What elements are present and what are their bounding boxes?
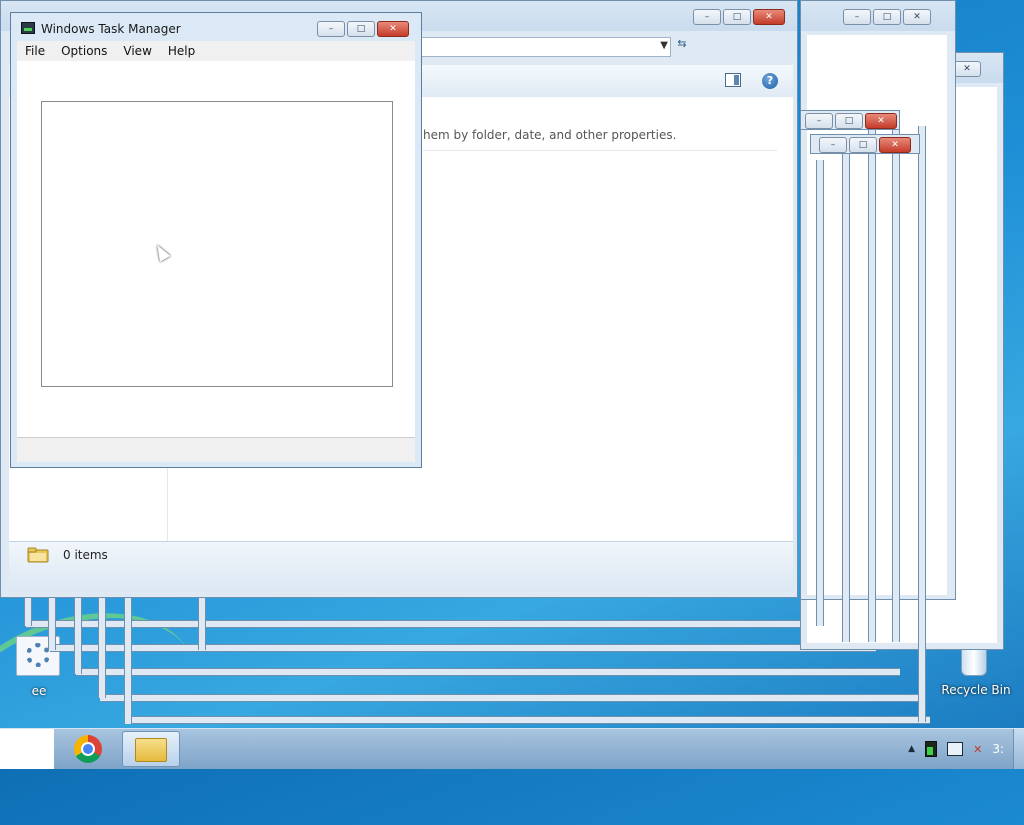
- status-bar: [17, 437, 415, 462]
- window-title: Windows Task Manager: [41, 22, 181, 36]
- ghost-frame: [124, 598, 132, 724]
- maximize-icon[interactable]: □: [849, 137, 877, 153]
- desktop-icon-label[interactable]: ee: [24, 684, 54, 698]
- menu-file[interactable]: File: [17, 41, 53, 61]
- maximize-icon[interactable]: □: [347, 21, 375, 37]
- ghost-titlebar: – □ ✕: [810, 134, 920, 154]
- desktop-wallpaper-swoosh: [0, 580, 221, 825]
- close-icon[interactable]: ✕: [953, 61, 981, 77]
- refresh-icon[interactable]: ⇆: [671, 37, 693, 55]
- clock[interactable]: 3:: [992, 742, 1004, 756]
- maximize-icon[interactable]: □: [873, 9, 901, 25]
- menu-help[interactable]: Help: [160, 41, 203, 61]
- minimize-icon[interactable]: –: [317, 21, 345, 37]
- item-count: 0 items: [63, 548, 108, 562]
- ghost-titlebar: – □ ✕: [800, 110, 900, 130]
- system-tray: ▲ ✕ 3:: [908, 729, 1012, 769]
- recycle-bin-icon[interactable]: [961, 648, 987, 676]
- window-controls: – □ ✕: [693, 9, 785, 25]
- folder-icon: [135, 738, 167, 762]
- ghost-frame: [198, 598, 206, 650]
- task-manager-app-icon: [21, 22, 35, 34]
- menu-view[interactable]: View: [115, 41, 159, 61]
- minimize-icon[interactable]: –: [805, 113, 833, 129]
- ghost-frame: [26, 620, 826, 628]
- close-icon[interactable]: ✕: [753, 9, 785, 25]
- empty-folder-hint: hem by folder, date, and other propertie…: [423, 128, 677, 142]
- gear-icon: [26, 643, 50, 667]
- ghost-frame: [48, 598, 56, 650]
- ghost-frame: [816, 160, 824, 626]
- task-manager-body: [17, 61, 415, 437]
- ghost-frame: [24, 598, 32, 626]
- taskbar-explorer-button[interactable]: [122, 731, 180, 767]
- ghost-frame: [74, 598, 82, 674]
- ghost-frame: [100, 694, 926, 702]
- maximize-icon[interactable]: □: [835, 113, 863, 129]
- minimize-icon[interactable]: –: [843, 9, 871, 25]
- show-hidden-icons-icon[interactable]: ▲: [908, 744, 915, 754]
- status-bar: [9, 541, 793, 592]
- close-icon[interactable]: ✕: [865, 113, 897, 129]
- volume-muted-icon[interactable]: ✕: [973, 743, 982, 756]
- preview-pane-icon[interactable]: [725, 73, 741, 87]
- desktop-icon-label[interactable]: Recycle Bin: [936, 683, 1016, 697]
- taskbar: ▲ ✕ 3:: [0, 728, 1024, 769]
- show-desktop-button[interactable]: [1013, 729, 1024, 769]
- taskbar-chrome-button[interactable]: [60, 731, 118, 767]
- task-manager-panel[interactable]: [41, 101, 393, 387]
- help-icon[interactable]: ?: [762, 73, 778, 89]
- close-icon[interactable]: ✕: [879, 137, 911, 153]
- start-area[interactable]: [0, 729, 54, 769]
- ghost-frame: [98, 598, 106, 698]
- ghost-frame: [126, 716, 930, 724]
- close-icon[interactable]: ✕: [903, 9, 931, 25]
- ghost-frame: [868, 126, 876, 642]
- ghost-frame: [892, 126, 900, 642]
- dropdown-arrow-icon[interactable]: ▼: [660, 40, 668, 51]
- divider: [423, 150, 777, 151]
- ghost-frame: [842, 150, 850, 642]
- task-manager-tray-icon[interactable]: [925, 741, 938, 757]
- menu-bar: File Options View Help: [17, 41, 415, 61]
- chrome-icon: [74, 735, 102, 763]
- minimize-icon[interactable]: –: [819, 137, 847, 153]
- network-icon[interactable]: [947, 742, 964, 756]
- menu-options[interactable]: Options: [53, 41, 115, 61]
- folder-icon: [27, 547, 49, 563]
- ghost-frame: [918, 126, 926, 722]
- address-bar[interactable]: ▼: [421, 37, 671, 57]
- task-manager-window: Windows Task Manager – □ ✕ File Options …: [10, 12, 422, 468]
- ghost-frame: [76, 668, 900, 676]
- ghost-frame: [50, 644, 876, 652]
- maximize-icon[interactable]: □: [723, 9, 751, 25]
- close-icon[interactable]: ✕: [377, 21, 409, 37]
- minimize-icon[interactable]: –: [693, 9, 721, 25]
- window-controls: – □ ✕: [317, 21, 409, 37]
